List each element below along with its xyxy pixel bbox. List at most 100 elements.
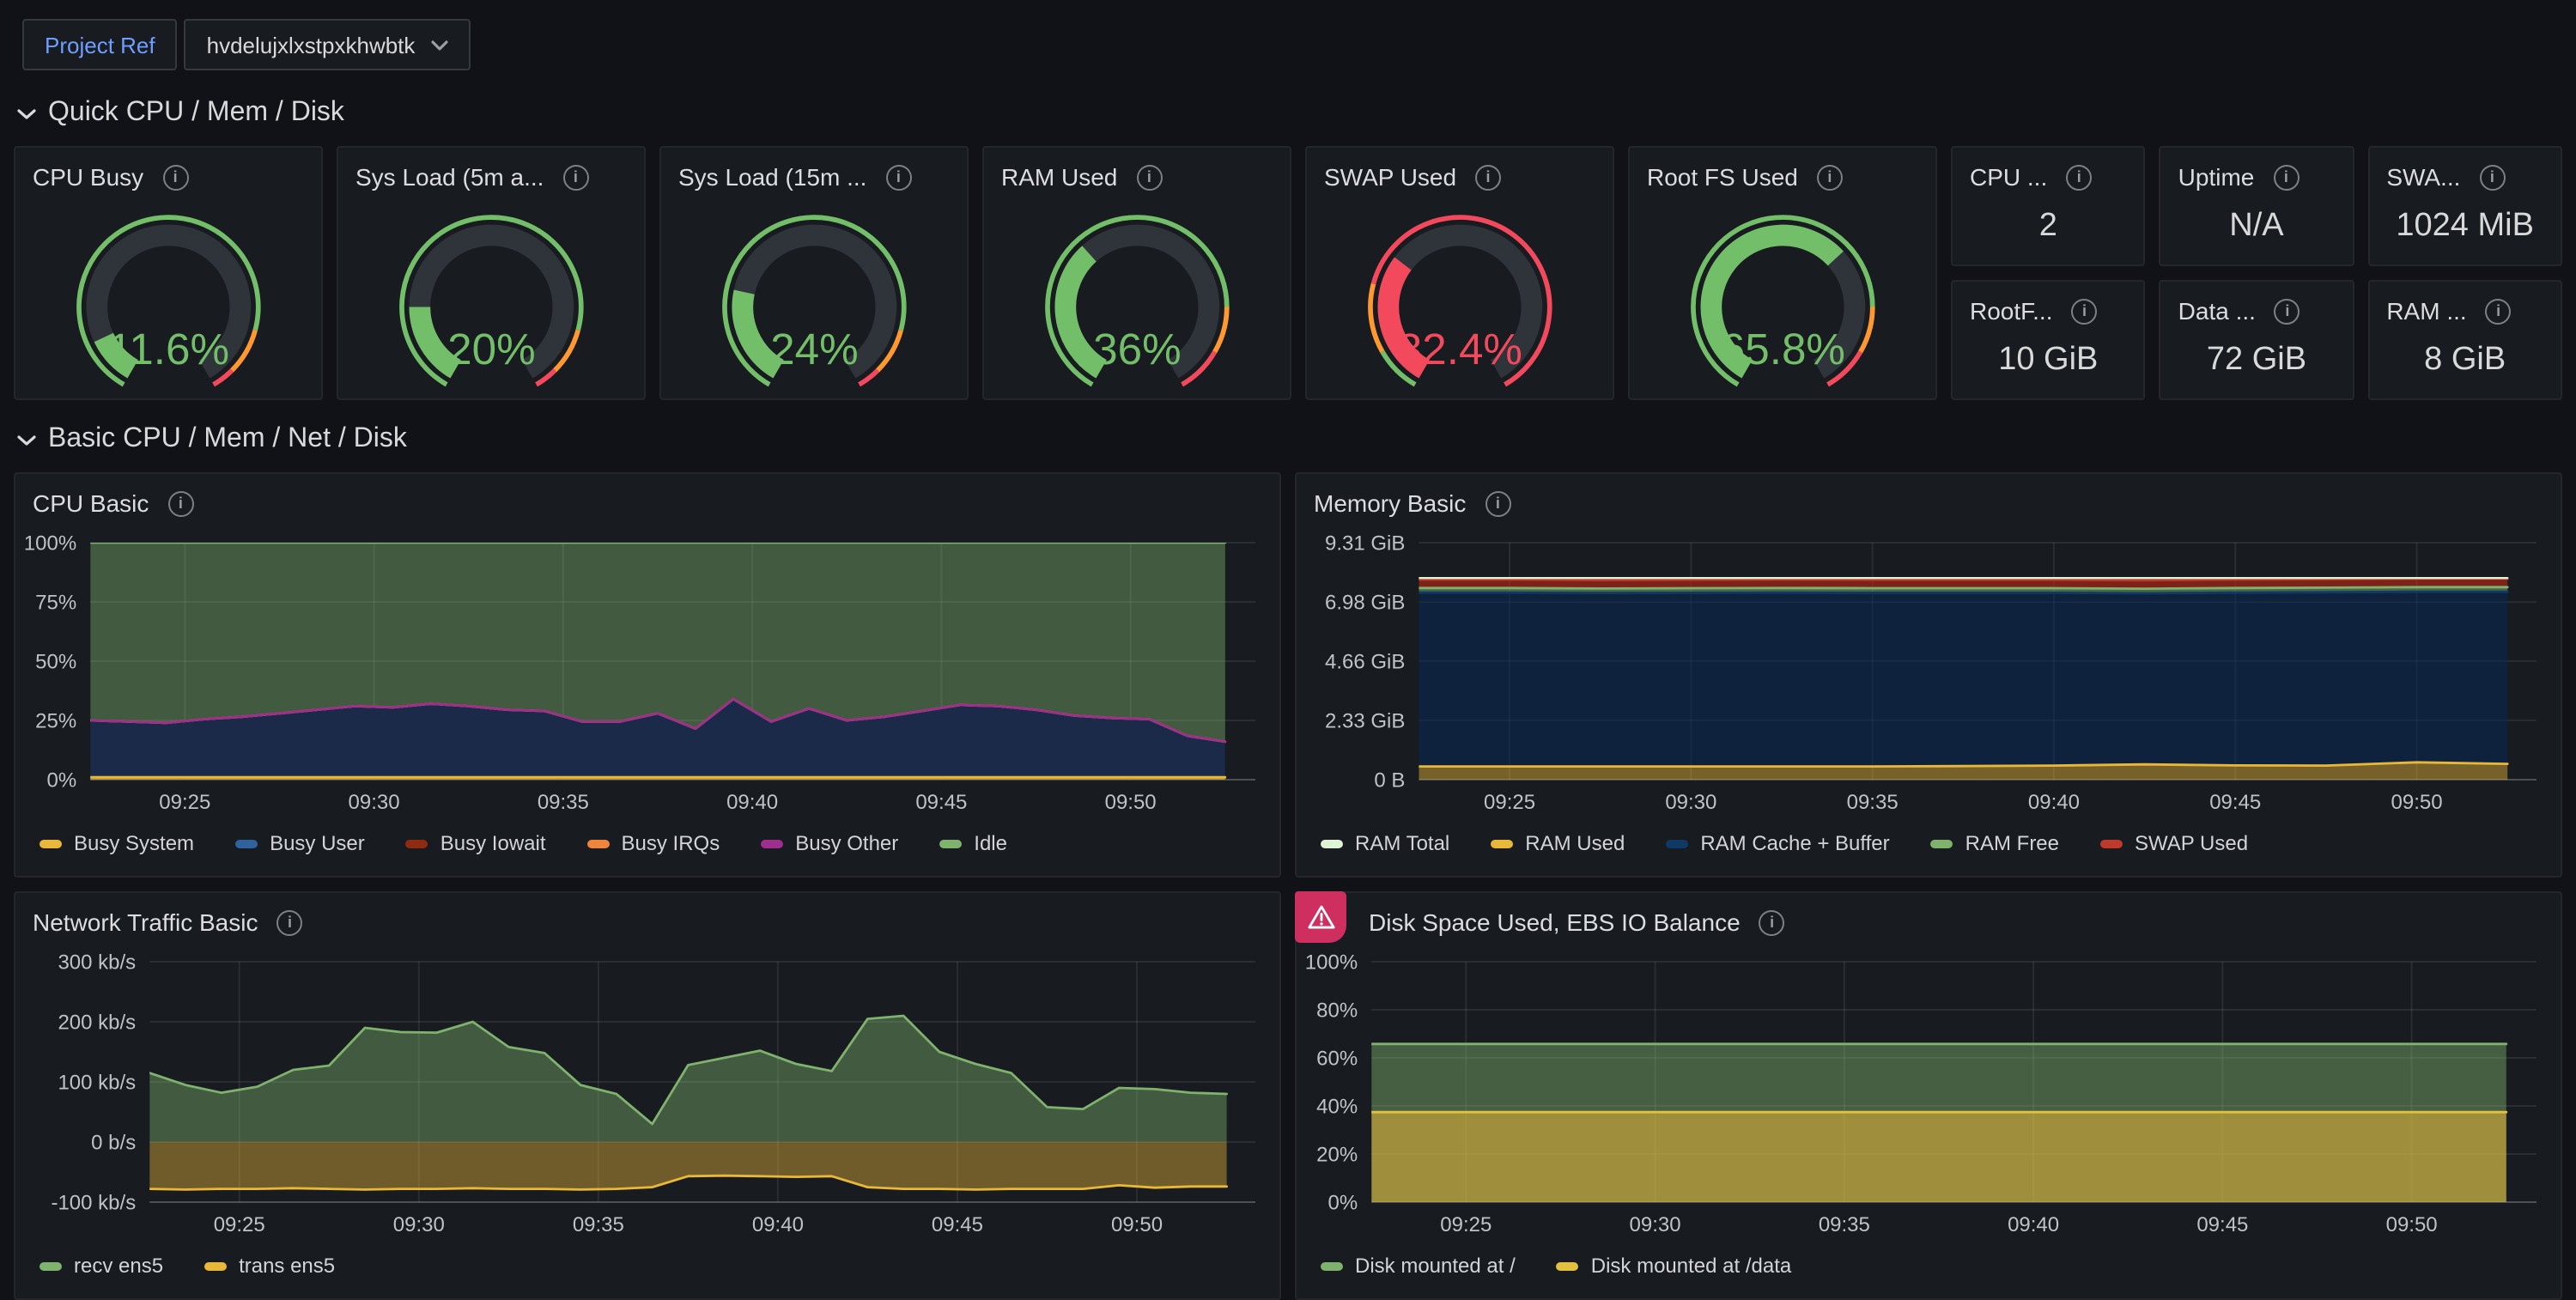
stat-value: 10 GiB [1953, 337, 2144, 398]
axis-tick-label: 40% [1316, 1095, 1358, 1118]
panel-title[interactable]: RootF... [1970, 297, 2053, 325]
gauge-body: 24% [661, 203, 967, 398]
gauge-body: 36% [984, 203, 1290, 398]
legend-item[interactable]: Idle [939, 831, 1007, 855]
legend-swatch [1491, 839, 1513, 847]
panel-header: Network Traffic Basic i [15, 893, 1279, 948]
info-icon[interactable]: i [2486, 298, 2512, 324]
info-icon[interactable]: i [1759, 909, 1785, 935]
panel-title[interactable]: SWAP Used [1324, 163, 1456, 191]
gauge-value: 36% [1093, 325, 1182, 374]
legend-item[interactable]: recv ens5 [39, 1254, 163, 1278]
chart-plot-area[interactable]: 0 B2.33 GiB4.66 GiB6.98 GiB9.31 GiB09:25… [1303, 532, 2550, 821]
axis-tick-label: 09:40 [2008, 1213, 2059, 1236]
info-icon[interactable]: i [2066, 164, 2092, 190]
stat-value: 8 GiB [2369, 337, 2561, 398]
info-icon[interactable]: i [276, 909, 302, 935]
legend-swatch [587, 839, 610, 847]
info-icon[interactable]: i [562, 164, 588, 190]
chart-plot-area[interactable]: 0%20%40%60%80%100%09:2509:3009:3509:4009… [1303, 951, 2550, 1243]
panel-title[interactable]: Uptime [2178, 163, 2255, 191]
legend-item[interactable]: Busy System [39, 831, 194, 855]
panel-title[interactable]: Sys Load (15m ... [678, 163, 866, 191]
gauge-body: 20% [338, 203, 644, 398]
panel-title[interactable]: CPU Busy [33, 163, 143, 191]
panel-header: SWAP Used i [1307, 148, 1613, 203]
info-icon[interactable]: i [2275, 298, 2300, 324]
info-icon[interactable]: i [1136, 164, 1162, 190]
panel-title[interactable]: Network Traffic Basic [33, 908, 258, 936]
legend-item[interactable]: Busy Other [761, 831, 898, 855]
gauge-value: 11.6% [107, 325, 228, 374]
gauge-value: 20% [447, 325, 536, 374]
section-header-quick[interactable]: Quick CPU / Mem / Disk [17, 94, 2562, 132]
legend-label: Busy System [74, 831, 194, 855]
legend-item[interactable]: RAM Used [1491, 831, 1625, 855]
legend-item[interactable]: RAM Total [1321, 831, 1449, 855]
panel-header: CPU Busy i [15, 148, 321, 203]
panel-title[interactable]: Memory Basic [1314, 489, 1466, 517]
panel-title[interactable]: CPU Basic [33, 489, 149, 517]
legend-item[interactable]: RAM Free [1931, 831, 2059, 855]
chart-network-traffic-basic[interactable]: -100 kb/s0 b/s100 kb/s200 kb/s300 kb/s09… [22, 951, 1269, 1243]
chart-series-group [149, 1016, 1226, 1189]
panel-cpu-basic: CPU Basic i 0%25%50%75%100%09:2509:3009:35… [14, 472, 1281, 878]
panel-header: CPU Basic i [15, 474, 1279, 529]
section-header-basic[interactable]: Basic CPU / Mem / Net / Disk [17, 421, 2562, 459]
panel-title[interactable]: RAM ... [2386, 297, 2466, 325]
legend-swatch [204, 1261, 227, 1270]
panel-title[interactable]: Data ... [2178, 297, 2256, 325]
legend-item[interactable]: Busy Iowait [406, 831, 546, 855]
legend-item[interactable]: Busy IRQs [587, 831, 720, 855]
panel-title[interactable]: SWA... [2386, 163, 2460, 191]
axis-tick-label: 60% [1316, 1047, 1358, 1070]
axis-tick-label: 09:40 [2028, 791, 2080, 814]
info-icon[interactable]: i [2273, 164, 2299, 190]
legend-item[interactable]: trans ens5 [204, 1254, 335, 1278]
legend-swatch [761, 839, 783, 847]
legend-item[interactable]: Disk mounted at / [1321, 1254, 1516, 1278]
axis-tick-label: 2.33 GiB [1325, 709, 1405, 732]
info-icon[interactable]: i [1485, 490, 1510, 516]
legend-item[interactable]: Busy User [235, 831, 365, 855]
chart-legend: RAM Total RAM Used RAM Cache + Buffer RAM F… [1297, 821, 2561, 876]
legend-item[interactable]: SWAP Used [2100, 831, 2248, 855]
info-icon[interactable]: i [2072, 298, 2098, 324]
chevron-down-icon [430, 39, 447, 51]
info-icon[interactable]: i [167, 490, 193, 516]
info-icon[interactable]: i [885, 164, 911, 190]
info-icon[interactable]: i [1817, 164, 1843, 190]
variable-label: Project Ref [22, 19, 178, 70]
legend-swatch [2100, 839, 2123, 847]
axis-tick-label: 09:45 [2196, 1213, 2248, 1236]
info-icon[interactable]: i [2479, 164, 2505, 190]
panel-title[interactable]: Sys Load (5m a... [355, 163, 544, 191]
info-icon[interactable]: i [162, 164, 188, 190]
axis-tick-label: 09:50 [1105, 791, 1157, 814]
chart-disk-space[interactable]: 0%20%40%60%80%100%09:2509:3009:3509:4009… [1303, 951, 2550, 1243]
panel-disk-space: Disk Space Used, EBS IO Balancei0%20%40%… [1295, 891, 2562, 1300]
info-icon[interactable]: i [1475, 164, 1501, 190]
stat-value: 72 GiB [2161, 337, 2353, 398]
variable-dropdown[interactable]: hvdelujxlxstpxkhwbtk [185, 19, 471, 70]
stat-value: N/A [2161, 203, 2353, 264]
chart-cpu-basic[interactable]: 0%25%50%75%100%09:2509:3009:3509:4009:45… [22, 532, 1269, 821]
panel-memory-basic: Memory Basic i 0 B2.33 GiB4.66 GiB6.98 GiB… [1295, 472, 2562, 878]
axis-tick-label: 9.31 GiB [1325, 532, 1405, 555]
chart-plot-area[interactable]: -100 kb/s0 b/s100 kb/s200 kb/s300 kb/s09… [22, 951, 1269, 1243]
legend-item[interactable]: Disk mounted at /data [1557, 1254, 1791, 1278]
legend-item[interactable]: RAM Cache + Buffer [1666, 831, 1889, 855]
panel-title[interactable]: Root FS Used [1647, 163, 1798, 191]
axis-tick-label: 09:35 [573, 1213, 624, 1236]
alert-icon[interactable] [1295, 891, 1346, 943]
panel-title[interactable]: RAM Used [1001, 163, 1117, 191]
panel-header: Uptimei [2161, 148, 2353, 203]
axis-tick-label: 09:35 [538, 791, 589, 814]
chart-memory-basic[interactable]: 0 B2.33 GiB4.66 GiB6.98 GiB9.31 GiB09:25… [1303, 532, 2550, 821]
panel-title[interactable]: Disk Space Used, EBS IO Balance [1369, 908, 1741, 936]
panel-title[interactable]: CPU ... [1970, 163, 2047, 191]
axis-tick-label: 75% [35, 591, 76, 614]
axis-tick-label: 09:25 [159, 791, 210, 814]
axis-tick-label: 09:50 [2386, 1213, 2438, 1236]
chart-plot-area[interactable]: 0%25%50%75%100%09:2509:3009:3509:4009:45… [22, 532, 1269, 821]
